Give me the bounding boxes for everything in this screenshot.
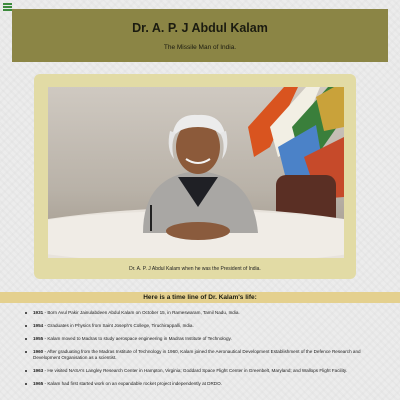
page-subtitle: The Missile Man of India.	[163, 44, 237, 51]
timeline-text: - Graduates in Physics from Saint Joseph…	[43, 323, 194, 328]
menu-icon[interactable]	[3, 3, 12, 11]
timeline-item: 1963 - He visited NASA's Langley Researc…	[24, 368, 374, 374]
timeline-item: 1955 - Kalam moved to Madras to study ae…	[24, 336, 374, 342]
timeline-year: 1931	[33, 310, 44, 315]
timeline-text: - Kalam had first started work on an exp…	[43, 381, 222, 386]
timeline-text: - Kalam moved to Madras to study aerospa…	[43, 336, 232, 341]
page-header: Dr. A. P. J Abdul Kalam The Missile Man …	[12, 9, 388, 62]
timeline-year: 1963	[33, 368, 44, 373]
timeline-text: - He visited NASA's Langley Research Cen…	[43, 368, 348, 373]
timeline-year: 1955	[33, 336, 44, 341]
timeline-list: 1931 - Born Avul Pakir Jainulabdeen Abdu…	[24, 310, 374, 394]
timeline-text: - Born Avul Pakir Jainulabdeen Abdul Kal…	[43, 310, 240, 315]
timeline-year: 1965	[33, 381, 44, 386]
timeline-year: 1960	[33, 349, 44, 354]
timeline-heading: Here is a time line of Dr. Kalam's life:	[0, 292, 400, 303]
page-title: Dr. A. P. J Abdul Kalam	[132, 21, 268, 35]
timeline-item: 1954 - Graduates in Physics from Saint J…	[24, 323, 374, 329]
timeline-text: - After graduating from the Madras Insti…	[33, 349, 361, 360]
timeline-item: 1965 - Kalam had first started work on a…	[24, 381, 374, 387]
photo-caption: Dr. A. P. J Abdul Kalam when he was the …	[129, 266, 261, 272]
photo-card: Dr. A. P. J Abdul Kalam when he was the …	[34, 74, 356, 279]
timeline-year: 1954	[33, 323, 44, 328]
timeline-item: 1931 - Born Avul Pakir Jainulabdeen Abdu…	[24, 310, 374, 316]
timeline-item: 1960 - After graduating from the Madras …	[24, 349, 374, 361]
kalam-photo	[48, 87, 344, 258]
